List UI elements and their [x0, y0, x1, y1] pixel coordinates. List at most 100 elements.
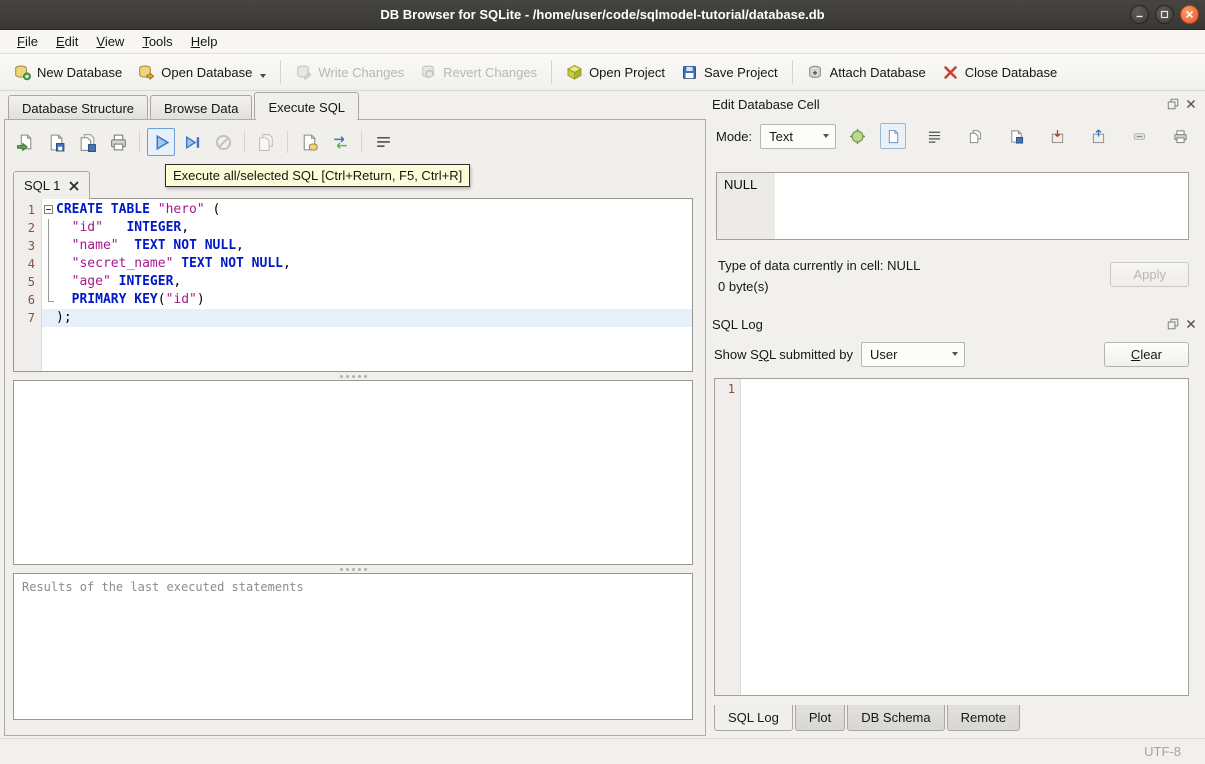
menu-help[interactable]: Help: [182, 31, 227, 52]
menu-file[interactable]: File: [8, 31, 47, 52]
tab-sql-1[interactable]: SQL 1: [13, 171, 91, 199]
write-changes-button: Write Changes: [287, 59, 412, 86]
stop-execution-button: [209, 128, 237, 156]
export-icon: [1092, 128, 1104, 143]
import-cell-button[interactable]: [1044, 123, 1070, 149]
fold-guide: [42, 291, 56, 309]
save-sql-file-as-button[interactable]: [73, 128, 101, 156]
print-sql-button[interactable]: [104, 128, 132, 156]
open-database-button[interactable]: Open Database: [130, 59, 274, 86]
tab-database-structure[interactable]: Database Structure: [8, 95, 149, 119]
chevron-down-icon: [823, 134, 830, 138]
printer-icon: [1173, 129, 1187, 143]
editor-line[interactable]: 5 "age" INTEGER,: [14, 273, 692, 291]
code-text: "secret_name" TEXT NOT NULL,: [71, 256, 291, 271]
menu-edit[interactable]: Edit: [47, 31, 87, 52]
sql-log-title: SQL Log: [712, 316, 763, 332]
tab-browse-data[interactable]: Browse Data: [150, 95, 253, 119]
dock-tab-sql-log[interactable]: SQL Log: [714, 704, 793, 731]
right-panel: Edit Database Cell Mode: Text NULL Type …: [710, 92, 1199, 736]
results-grid[interactable]: [13, 380, 693, 565]
execute-current-line-button[interactable]: [178, 128, 206, 156]
left-panel: Database Structure Browse Data Execute S…: [4, 92, 706, 736]
editor-line[interactable]: 2 "id" INTEGER,: [14, 219, 692, 237]
fold-guide: [42, 255, 56, 273]
save-project-button[interactable]: Save Project: [673, 59, 786, 86]
results-placeholder: Results of the last executed statements: [22, 580, 304, 594]
toolbar-separator: [551, 60, 553, 84]
menu-view[interactable]: View: [87, 31, 133, 52]
editor-line[interactable]: 3 "name" TEXT NOT NULL,: [14, 237, 692, 255]
tab-execute-sql[interactable]: Execute SQL: [254, 92, 360, 120]
sql-log-area[interactable]: 1: [714, 378, 1189, 696]
text-view-button[interactable]: [880, 123, 906, 149]
float-dock-icon: [1167, 98, 1178, 110]
open-project-icon: [567, 64, 583, 80]
execute-all-button[interactable]: [147, 128, 175, 156]
sql-editor[interactable]: 1 CREATE TABLE "hero" (2 "id" INTEGER, 3 "…: [13, 198, 693, 372]
submitted-by-combo[interactable]: User: [861, 341, 965, 367]
word-wrap-button[interactable]: [921, 123, 947, 149]
close-tab-icon[interactable]: [69, 181, 79, 191]
editor-line[interactable]: 4 "secret_name" TEXT NOT NULL,: [14, 255, 692, 273]
clear-log-button[interactable]: Clear: [1103, 341, 1189, 367]
toolbar-separator: [139, 131, 140, 153]
open-sql-file-button[interactable]: [11, 128, 39, 156]
save-cell-button[interactable]: [1003, 123, 1029, 149]
editor-line[interactable]: 6 PRIMARY KEY("id"): [14, 291, 692, 309]
line-number: 1: [14, 201, 42, 219]
dock-tab-db-schema[interactable]: DB Schema: [847, 705, 945, 731]
open-database-icon: [139, 64, 155, 80]
line-number: 3: [14, 237, 42, 255]
line-number: 7: [14, 309, 42, 327]
find-replace-button[interactable]: [326, 128, 354, 156]
attach-database-button[interactable]: Attach Database: [799, 59, 934, 86]
editor-line[interactable]: 7);: [14, 309, 692, 327]
results-message-area[interactable]: Results of the last executed statements: [13, 573, 693, 720]
close-dock-button[interactable]: [1184, 318, 1197, 331]
close-database-button[interactable]: Close Database: [934, 59, 1066, 86]
save-sql-file-button[interactable]: [42, 128, 70, 156]
print-cell-button[interactable]: [1167, 123, 1193, 149]
sql-tab-bar: SQL 1: [13, 171, 91, 199]
dock-tab-plot[interactable]: Plot: [794, 705, 846, 731]
format-sql-button[interactable]: [369, 128, 397, 156]
close-dock-button[interactable]: [1184, 98, 1197, 111]
open-sql-in-tab-icon: [303, 134, 318, 151]
document-icon: [888, 129, 898, 143]
maximize-button[interactable]: [1155, 5, 1174, 24]
save-sql-file-as-icon: [80, 133, 96, 152]
close-button[interactable]: [1180, 5, 1199, 24]
set-null-button[interactable]: [1126, 123, 1152, 149]
splitter-handle[interactable]: [13, 565, 693, 573]
editor-line[interactable]: 1 CREATE TABLE "hero" (: [14, 201, 692, 219]
main-toolbar: New Database Open Database Write Changes: [0, 54, 1205, 91]
close-dock-icon: [1186, 319, 1195, 329]
save-sql-file-icon: [50, 134, 64, 151]
auto-format-button[interactable]: [844, 123, 870, 149]
open-database-dropdown-caret[interactable]: [260, 74, 267, 78]
minimize-button[interactable]: [1130, 5, 1149, 24]
splitter-handle[interactable]: [13, 372, 693, 380]
encoding-indicator[interactable]: UTF-8: [1144, 744, 1181, 759]
export-results-icon: [258, 133, 273, 151]
export-results-button: [252, 128, 280, 156]
export-cell-button[interactable]: [1085, 123, 1111, 149]
apply-button: Apply: [1110, 262, 1189, 287]
chevron-down-icon: [952, 352, 958, 356]
fold-marker[interactable]: [42, 201, 56, 219]
dock-tab-remote[interactable]: Remote: [946, 705, 1021, 731]
window-controls: [1130, 5, 1199, 24]
new-database-button[interactable]: New Database: [6, 59, 130, 86]
mode-combo[interactable]: Text: [760, 123, 837, 149]
format-sql-icon: [376, 136, 390, 147]
cell-editor[interactable]: NULL: [716, 172, 1189, 240]
menu-tools[interactable]: Tools: [133, 31, 181, 52]
float-dock-button[interactable]: [1166, 98, 1179, 111]
float-dock-button[interactable]: [1166, 318, 1179, 331]
open-sql-in-tab-button[interactable]: [295, 128, 323, 156]
copy-cell-button[interactable]: [962, 123, 988, 149]
window-title: DB Browser for SQLite - /home/user/code/…: [380, 7, 825, 22]
show-sql-label: Show SQL submitted by: [714, 346, 853, 362]
open-project-button[interactable]: Open Project: [558, 59, 673, 86]
